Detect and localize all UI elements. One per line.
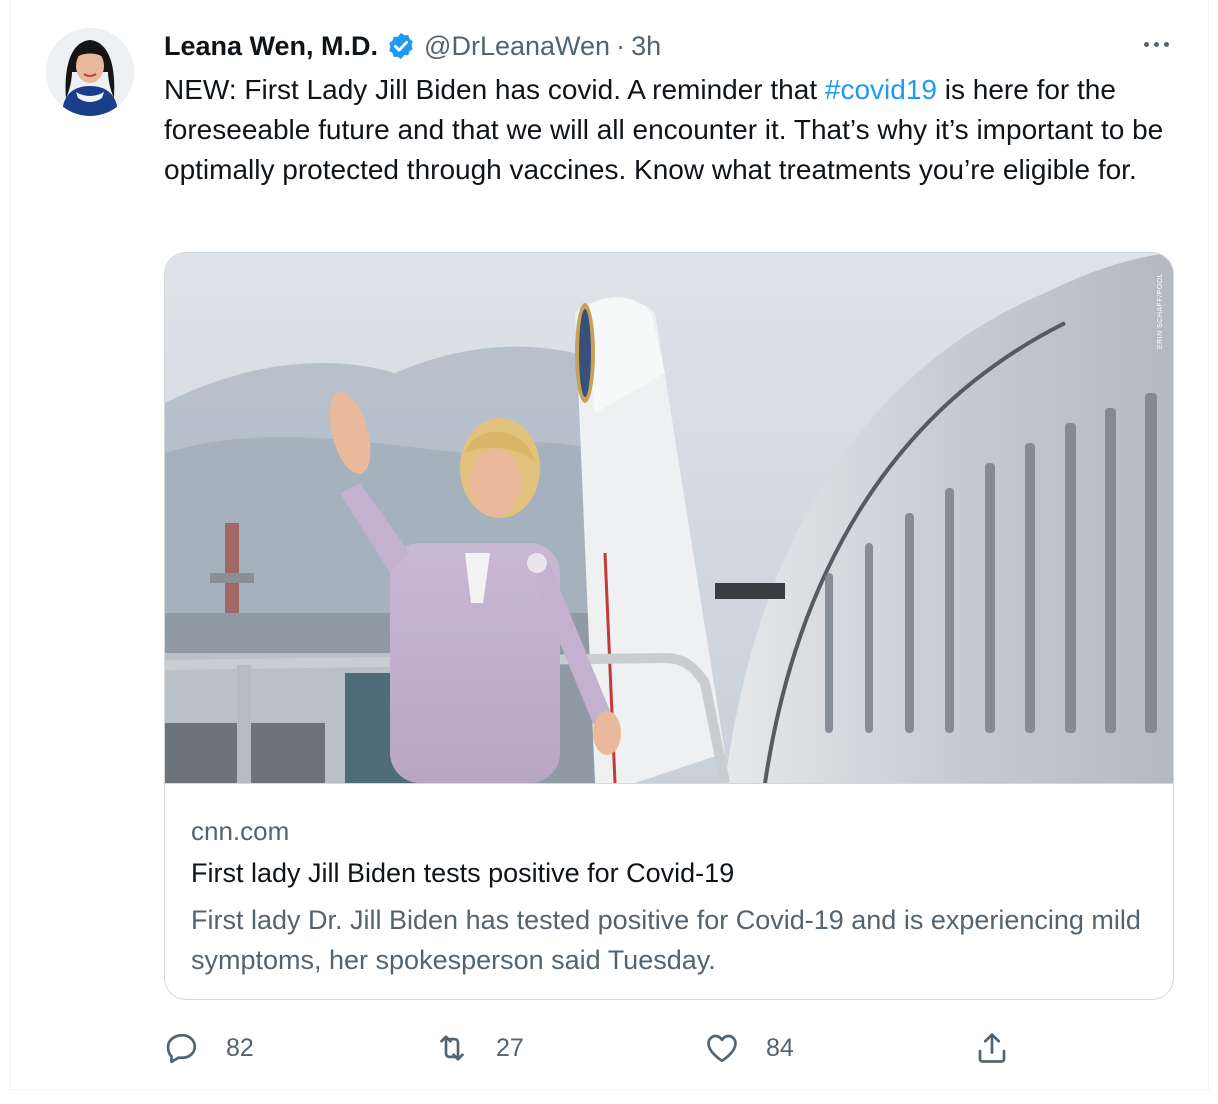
share-icon [978, 1033, 1006, 1063]
card-description: First lady Dr. Jill Biden has tested pos… [191, 905, 1141, 975]
share-button[interactable] [974, 1026, 1010, 1070]
like-button[interactable]: 84 [704, 1026, 794, 1070]
link-card[interactable]: ERIN SCHAFF/POOL cnn.com First lady Jill… [164, 252, 1174, 1000]
image-credit: ERIN SCHAFF/POOL [1157, 273, 1164, 350]
like-count: 84 [766, 1033, 794, 1062]
retweet-count: 27 [496, 1033, 524, 1062]
card-domain: cnn.com [191, 816, 290, 846]
retweet-icon [440, 1035, 464, 1061]
more-dots-icon[interactable] [1136, 30, 1176, 58]
tweet-actions: 82 27 84 [164, 1026, 1064, 1070]
retweet-button[interactable]: 27 [434, 1026, 524, 1070]
tweet-text: NEW: First Lady Jill Biden has covid. A … [164, 70, 1164, 190]
avatar[interactable] [46, 28, 134, 116]
author-handle[interactable]: @DrLeanaWen [424, 31, 610, 62]
card-title: First lady Jill Biden tests positive for… [191, 858, 735, 888]
frame-right-border [1208, 0, 1209, 1090]
tweet-text-part-1: NEW: First Lady Jill Biden has covid. A … [164, 74, 825, 105]
reply-count: 82 [226, 1033, 254, 1062]
tweet-timestamp[interactable]: 3h [631, 31, 661, 62]
verified-badge-icon [386, 31, 416, 61]
card-body[interactable]: cnn.com First lady Jill Biden tests posi… [165, 783, 1173, 999]
author-name[interactable]: Leana Wen, M.D. [164, 31, 378, 62]
heart-icon [707, 1034, 737, 1063]
hashtag-link[interactable]: #covid19 [825, 74, 937, 105]
frame-bottom-border [10, 1089, 1209, 1090]
reply-button[interactable]: 82 [164, 1026, 254, 1070]
header-separator: · [616, 30, 626, 61]
frame-left-border [10, 0, 11, 1090]
card-image[interactable]: ERIN SCHAFF/POOL [165, 253, 1173, 783]
reply-icon [166, 1033, 197, 1064]
tweet-header: Leana Wen, M.D. @DrLeanaWen · 3h [164, 26, 661, 66]
